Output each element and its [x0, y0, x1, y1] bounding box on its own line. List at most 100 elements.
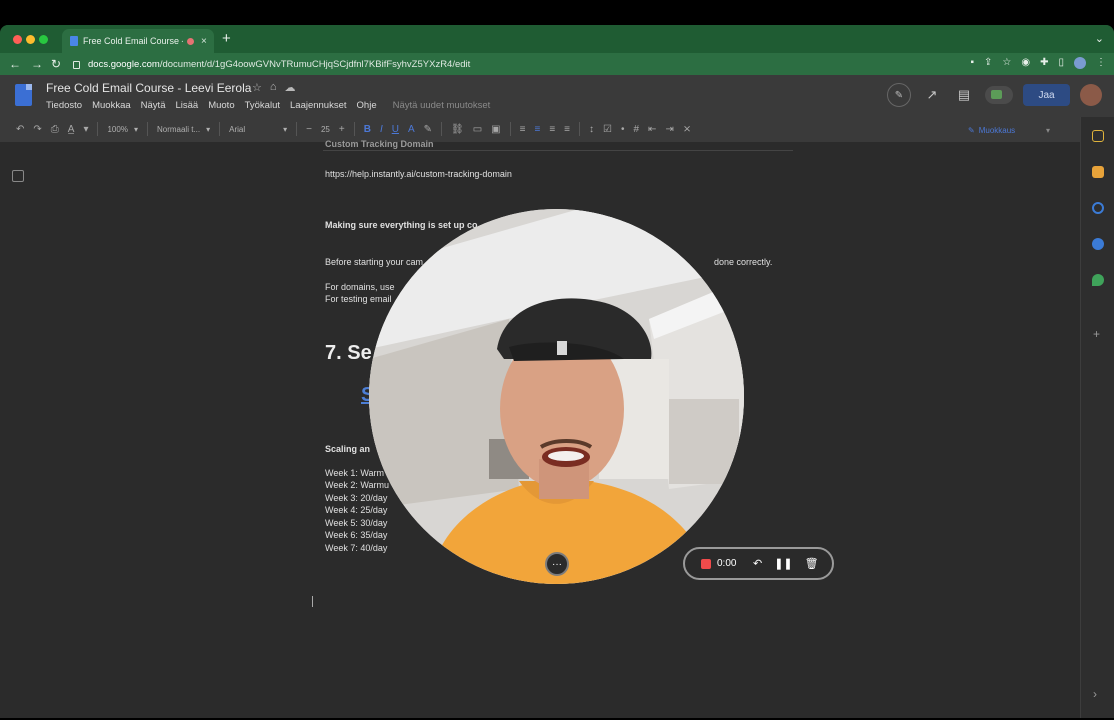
bulleted-list-icon[interactable]: •: [621, 124, 625, 135]
maps-icon[interactable]: [1092, 274, 1104, 286]
pen-circle-button[interactable]: ✎: [887, 83, 911, 107]
menu-insert[interactable]: Lisää: [175, 100, 198, 111]
tab-docs[interactable]: Free Cold Email Course - L ×: [62, 29, 214, 53]
tab-title: Free Cold Email Course - L: [83, 36, 183, 46]
cloud-status-icon[interactable]: ☁: [285, 81, 296, 94]
stop-recording-button[interactable]: [701, 558, 711, 569]
checklist-icon[interactable]: ☑: [603, 124, 612, 135]
font-size-field[interactable]: 25: [321, 125, 330, 134]
sidebar-toggle-icon[interactable]: ▯: [1058, 57, 1064, 69]
bookmark-star-icon[interactable]: ☆: [1002, 57, 1011, 69]
recording-indicator-icon: [187, 37, 194, 45]
share-label: Jaa: [1038, 89, 1055, 101]
link-icon[interactable]: ⛓: [451, 124, 464, 135]
document-title[interactable]: Free Cold Email Course - Leevi Eerola: [46, 81, 251, 95]
decrease-indent-icon[interactable]: ⇤: [648, 124, 656, 135]
reload-icon[interactable]: ↻: [51, 57, 61, 71]
menu-format[interactable]: Muoto: [208, 100, 234, 111]
docs-logo-icon[interactable]: [15, 84, 32, 106]
font-select[interactable]: Arial ▾: [229, 125, 287, 134]
back-icon[interactable]: ←: [9, 57, 21, 71]
redo-icon[interactable]: ↷: [33, 124, 41, 135]
align-left-icon[interactable]: ≡: [520, 124, 526, 135]
add-on-plus-icon[interactable]: +: [1093, 327, 1100, 341]
formatting-toolbar: ↶ ↷ ⎙ A̲ ▾ 100% ▾ Normaali t... ▾ Arial ▾ −…: [0, 117, 1080, 141]
font-value: Arial: [229, 124, 246, 134]
last-edit-link[interactable]: Näytä uudet muutokset: [393, 100, 491, 111]
restart-icon[interactable]: ↶: [753, 557, 762, 570]
trash-icon[interactable]: 🗑: [805, 557, 819, 570]
keep-icon[interactable]: [1092, 166, 1104, 178]
extension-record-icon[interactable]: ◉: [1021, 57, 1030, 69]
spellcheck-icon[interactable]: A̲: [68, 124, 75, 135]
tab-strip: Free Cold Email Course - L × + ⌄: [0, 25, 1114, 53]
minimize-window-button[interactable]: [26, 35, 35, 44]
menu-help[interactable]: Ohje: [357, 100, 377, 111]
clear-formatting-icon[interactable]: ⨯: [683, 124, 691, 135]
pause-icon[interactable]: ❚❚: [774, 557, 792, 570]
kebab-menu-icon[interactable]: ⋮: [1096, 57, 1106, 69]
star-icon[interactable]: ☆: [252, 81, 262, 94]
move-folder-icon[interactable]: ⌂: [270, 81, 277, 94]
new-tab-button[interactable]: +: [222, 30, 231, 47]
text-color-icon[interactable]: A: [408, 124, 415, 135]
camera-icon[interactable]: ▪: [970, 57, 974, 69]
tab-search-chevron-icon[interactable]: ⌄: [1095, 32, 1104, 45]
print-icon[interactable]: ⎙: [51, 124, 59, 135]
panel-expand-chevron-icon[interactable]: ›: [1093, 687, 1097, 701]
forward-icon[interactable]: →: [31, 57, 43, 71]
comments-icon[interactable]: ▤: [953, 87, 975, 103]
numbered-list-icon[interactable]: #: [633, 124, 639, 135]
bold-icon[interactable]: B: [364, 124, 371, 135]
justify-icon[interactable]: ≡: [564, 124, 570, 135]
style-select[interactable]: Normaali t... ▾: [157, 125, 210, 134]
increase-indent-icon[interactable]: ⇥: [665, 124, 673, 135]
menu-bar: Tiedosto Muokkaa Näytä Lisää Muoto Työka…: [46, 100, 490, 111]
browser-profile-avatar[interactable]: [1074, 57, 1086, 69]
close-window-button[interactable]: [13, 35, 22, 44]
font-size-decrease-button[interactable]: −: [306, 124, 312, 135]
undo-icon[interactable]: ↶: [16, 124, 24, 135]
underline-icon[interactable]: U: [392, 124, 399, 135]
puzzle-icon[interactable]: ✚: [1040, 57, 1048, 69]
share-page-icon[interactable]: ⇪: [984, 57, 992, 69]
menu-extensions[interactable]: Laajennukset: [290, 100, 347, 111]
address-bar-row: ← → ↻ docs.google.com /document/d/1gG4oo…: [0, 53, 1114, 75]
tab-close-icon[interactable]: ×: [201, 36, 207, 47]
tracking-heading: Custom Tracking Domain: [325, 139, 434, 149]
tasks-icon[interactable]: [1092, 202, 1104, 214]
zoom-select[interactable]: 100% ▾: [107, 125, 137, 134]
week-line: Week 1: Warm: [325, 468, 385, 478]
maximize-window-button[interactable]: [39, 35, 48, 44]
image-icon[interactable]: ▣: [491, 124, 500, 135]
menu-edit[interactable]: Muokkaa: [92, 100, 131, 111]
editing-mode-select[interactable]: ✎ Muokkaus ▾: [968, 122, 1050, 138]
align-right-icon[interactable]: ≡: [549, 124, 555, 135]
outline-icon[interactable]: [12, 170, 24, 182]
menu-view[interactable]: Näytä: [141, 100, 166, 111]
meet-button[interactable]: [985, 86, 1013, 104]
comment-add-icon[interactable]: ▭: [473, 124, 482, 135]
tracking-url[interactable]: https://help.instantly.ai/custom-trackin…: [325, 169, 512, 179]
week-line: Week 4: 25/day: [325, 505, 388, 515]
webcam-video-icon: [369, 209, 744, 584]
user-avatar[interactable]: [1080, 84, 1102, 106]
url-field[interactable]: docs.google.com /document/d/1gG4oowGVNvT…: [70, 55, 1110, 74]
menu-file[interactable]: Tiedosto: [46, 100, 82, 111]
webcam-more-button[interactable]: ···: [545, 552, 569, 576]
contacts-icon[interactable]: [1092, 238, 1104, 250]
share-button[interactable]: Jaa: [1023, 84, 1070, 106]
italic-icon[interactable]: I: [380, 124, 383, 135]
menu-tools[interactable]: Työkalut: [245, 100, 280, 111]
recording-timer: 0:00: [717, 558, 737, 569]
activity-icon[interactable]: ↗: [921, 87, 943, 103]
align-center-icon[interactable]: ≡: [534, 124, 540, 135]
highlight-icon[interactable]: ✎: [424, 124, 432, 135]
paint-format-icon[interactable]: ▾: [83, 124, 88, 135]
divider: [219, 122, 221, 136]
font-size-increase-button[interactable]: +: [339, 124, 345, 135]
section-heading: 7. Se: [325, 342, 372, 364]
webcam-bubble[interactable]: [369, 209, 744, 584]
line-spacing-icon[interactable]: ↕: [589, 124, 594, 135]
calendar-icon[interactable]: [1092, 130, 1104, 142]
